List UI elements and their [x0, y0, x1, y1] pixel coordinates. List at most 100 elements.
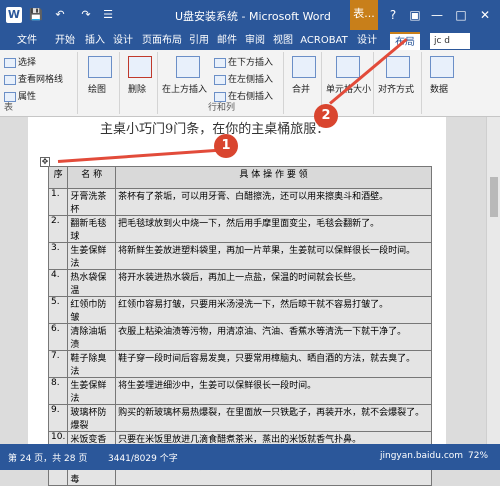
cell-no[interactable]: 6. — [47, 323, 69, 351]
tab-mailings[interactable]: 邮件 — [214, 32, 240, 50]
cell-operation[interactable]: 把毛毯球放到火中烧一下，然后用手摩里面变尘，毛毯会翻新了。 — [115, 215, 432, 243]
alignment-icon[interactable] — [386, 56, 410, 78]
cell-no[interactable]: 8. — [47, 377, 69, 405]
page-count[interactable]: 第 24 页，共 28 页 — [8, 451, 87, 464]
insert-below-button[interactable]: 在下方插入 — [214, 55, 273, 68]
cell-name[interactable]: 生姜保鲜法 — [67, 377, 117, 405]
table-row[interactable]: 1. 牙膏洗茶杯 茶杯有了茶垢，可以用牙膏、白醋擦洗，还可以用来擦奥斗和酒壁。 — [47, 188, 432, 216]
tab-view[interactable]: 视图 — [270, 32, 296, 50]
cell-operation[interactable]: 将新鲜生姜放进塑料袋里，再加一片苹果，生姜就可以保鲜很长一段时间。 — [115, 242, 432, 270]
tab-page-layout[interactable]: 页面布局 — [138, 32, 186, 50]
group-table-label: 表 — [4, 103, 14, 113]
table-row[interactable]: 9. 玻璃杯防爆裂 购买的新玻璃杯易热爆裂，在里面放一只铁匙子，再装开水，就不会爆裂… — [47, 404, 432, 432]
delete-icon[interactable] — [128, 56, 152, 78]
delete-button-label[interactable]: 删除 — [128, 82, 146, 95]
data-icon[interactable] — [430, 56, 454, 78]
word-count[interactable]: 3441/8029 个字 — [108, 451, 178, 464]
cell-name[interactable]: 生姜保鲜法 — [67, 242, 117, 270]
cell-name[interactable]: 翻新毛毯球 — [67, 215, 117, 243]
data-label[interactable]: 数据 — [430, 82, 448, 95]
cell-operation[interactable]: 红领巾容易打皱，只要用米汤浸洗一下，然后晾干就不容易打皱了。 — [115, 296, 432, 324]
cell-operation[interactable]: 将生姜埋进细沙中，生姜可以保鲜很长一段时间。 — [115, 377, 432, 405]
tab-references[interactable]: 引用 — [186, 32, 212, 50]
cell-operation[interactable]: 衣服上粘染油渍等污物，用清凉油、汽油、香蕉水等清洗一下就干净了。 — [115, 323, 432, 351]
table-row[interactable]: 4. 热水袋保温 将开水装进热水袋后，再加上一点盐，保温的时间就会长些。 — [47, 269, 432, 297]
header-no: 序 — [47, 166, 69, 189]
table-row[interactable]: 8. 生姜保鲜法 将生姜埋进细沙中，生姜可以保鲜很长一段时间。 — [47, 377, 432, 405]
word-logo-icon[interactable]: W — [6, 7, 22, 23]
maximize-button[interactable]: □ — [452, 6, 470, 24]
select-button[interactable]: 选择 — [4, 55, 36, 68]
tab-home[interactable]: 开始 — [52, 32, 78, 50]
minimize-button[interactable]: — — [428, 6, 446, 24]
status-bar: 第 24 页，共 28 页 3441/8029 个字 jingyan.baidu… — [0, 444, 500, 470]
touch-mode-icon[interactable]: ☰ — [100, 7, 116, 23]
select-icon — [4, 57, 16, 68]
cell-no[interactable]: 2. — [47, 215, 69, 243]
tab-acrobat[interactable]: ACROBAT — [298, 32, 350, 50]
watermark: jingyan.baidu.com — [380, 451, 464, 461]
table-tools-context-tab[interactable]: 表... — [350, 0, 378, 30]
redo-icon[interactable]: ↷ — [78, 7, 94, 23]
cell-name[interactable]: 热水袋保温 — [67, 269, 117, 297]
table-row[interactable]: 6. 清除油垢渍 衣服上粘染油渍等污物，用清凉油、汽油、香蕉水等清洗一下就干净了。 — [47, 323, 432, 351]
close-button[interactable]: ✕ — [476, 6, 494, 24]
insert-left-label: 在左侧插入 — [228, 75, 274, 85]
window-title: U盘安装系统 - Microsoft Word — [175, 10, 331, 23]
cell-no[interactable]: 5. — [47, 296, 69, 324]
tab-review[interactable]: 审阅 — [242, 32, 268, 50]
help-button[interactable]: ? — [384, 6, 402, 24]
cell-name[interactable]: 玻璃杯防爆裂 — [67, 404, 117, 432]
insert-above-label[interactable]: 在上方插入 — [162, 82, 207, 95]
group-alignment: 对齐方式 — [376, 52, 422, 114]
tab-table-design[interactable]: 设计 — [352, 32, 382, 50]
table-row[interactable]: 2. 翻新毛毯球 把毛毯球放到火中烧一下，然后用手摩里面变尘，毛毯会翻新了。 — [47, 215, 432, 243]
table-row[interactable]: 5. 红领巾防皱 红领巾容易打皱，只要用米汤浸洗一下，然后晾干就不容易打皱了。 — [47, 296, 432, 324]
cell-name[interactable]: 鞋子除臭法 — [67, 350, 117, 378]
zoom-level[interactable]: 72% — [468, 451, 488, 461]
header-operation: 具 体 操 作 要 领 — [115, 166, 432, 189]
merge-icon[interactable] — [292, 56, 316, 78]
user-account[interactable]: jc d — [430, 33, 470, 49]
tips-table[interactable]: 序 名 称 具 体 操 作 要 领 1. 牙膏洗茶杯 茶杯有了茶垢，可以用牙膏、白醋… — [47, 166, 432, 486]
cell-no[interactable]: 9. — [47, 404, 69, 432]
insert-left-button[interactable]: 在左侧插入 — [214, 72, 273, 85]
ribbon: 选择 查看网格线 属性 表 绘图 删除 在上方插入 在下方插入 在左侧插入 在右… — [0, 50, 500, 117]
title-bar: W 💾 ↶ ↷ ☰ U盘安装系统 - Microsoft Word 表... ?… — [0, 0, 500, 30]
view-gridlines-button[interactable]: 查看网格线 — [4, 72, 63, 85]
tab-insert[interactable]: 插入 — [82, 32, 108, 50]
draw-table-icon[interactable] — [88, 56, 112, 78]
insert-left-icon — [214, 74, 226, 85]
cell-name[interactable]: 红领巾防皱 — [67, 296, 117, 324]
insert-above-icon[interactable] — [176, 56, 200, 78]
cell-operation[interactable]: 茶杯有了茶垢，可以用牙膏、白醋擦洗，还可以用来擦奥斗和酒壁。 — [115, 188, 432, 216]
tab-design[interactable]: 设计 — [110, 32, 136, 50]
group-data: 数据 — [424, 52, 460, 114]
table-header-row: 序 名 称 具 体 操 作 要 领 — [47, 166, 432, 189]
undo-icon[interactable]: ↶ — [52, 7, 68, 23]
merge-label[interactable]: 合并 — [292, 82, 310, 95]
scrollbar-thumb[interactable] — [490, 177, 498, 217]
cell-name[interactable]: 清除油垢渍 — [67, 323, 117, 351]
cell-no[interactable]: 4. — [47, 269, 69, 297]
gridlines-icon — [4, 74, 16, 85]
insert-below-icon — [214, 57, 226, 68]
alignment-label[interactable]: 对齐方式 — [378, 82, 414, 95]
table-row[interactable]: 7. 鞋子除臭法 鞋子穿一段时间后容易发臭，只要常用樟脑丸、晒自酒的方法，就去臭了。 — [47, 350, 432, 378]
ribbon-display-button[interactable]: ▣ — [406, 6, 424, 24]
cell-operation[interactable]: 鞋子穿一段时间后容易发臭，只要常用樟脑丸、晒自酒的方法，就去臭了。 — [115, 350, 432, 378]
group-draw: 绘图 — [80, 52, 120, 114]
tab-file[interactable]: 文件 — [10, 32, 44, 50]
cell-name[interactable]: 牙膏洗茶杯 — [67, 188, 117, 216]
vertical-scrollbar[interactable] — [486, 117, 500, 444]
cell-operation[interactable]: 购买的新玻璃杯易热爆裂，在里面放一只铁匙子，再装开水，就不会爆裂了。 — [115, 404, 432, 432]
save-icon[interactable]: 💾 — [28, 7, 44, 23]
table-row[interactable]: 3. 生姜保鲜法 将新鲜生姜放进塑料袋里，再加一片苹果，生姜就可以保鲜很长一段时间。 — [47, 242, 432, 270]
draw-button-label[interactable]: 绘图 — [88, 82, 106, 95]
cell-no[interactable]: 3. — [47, 242, 69, 270]
cell-size-icon[interactable] — [336, 56, 360, 78]
annotation-badge-1: 1 — [214, 134, 238, 158]
cell-operation[interactable]: 将开水装进热水袋后，再加上一点盐，保温的时间就会长些。 — [115, 269, 432, 297]
cell-no[interactable]: 1. — [47, 188, 69, 216]
cell-no[interactable]: 7. — [47, 350, 69, 378]
